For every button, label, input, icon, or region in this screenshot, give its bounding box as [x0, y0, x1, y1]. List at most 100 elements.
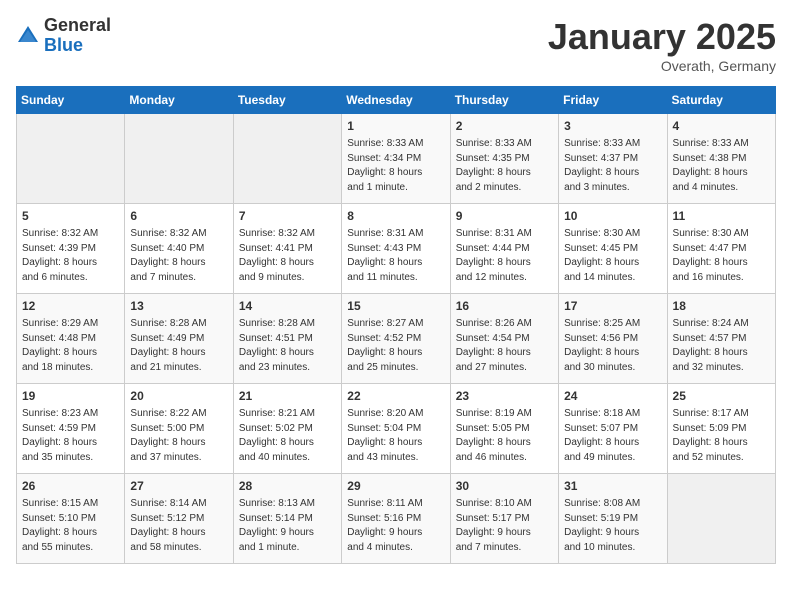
calendar-week-row: 12Sunrise: 8:29 AM Sunset: 4:48 PM Dayli…	[17, 294, 776, 384]
calendar-cell: 2Sunrise: 8:33 AM Sunset: 4:35 PM Daylig…	[450, 114, 558, 204]
day-detail: Sunrise: 8:33 AM Sunset: 4:37 PM Dayligh…	[564, 137, 661, 195]
day-detail: Sunrise: 8:25 AM Sunset: 4:56 PM Dayligh…	[564, 317, 661, 375]
day-number: 30	[456, 478, 553, 495]
day-detail: Sunrise: 8:13 AM Sunset: 5:14 PM Dayligh…	[239, 497, 336, 555]
day-number: 29	[347, 478, 444, 495]
day-detail: Sunrise: 8:30 AM Sunset: 4:47 PM Dayligh…	[673, 227, 770, 285]
day-detail: Sunrise: 8:17 AM Sunset: 5:09 PM Dayligh…	[673, 407, 770, 465]
day-detail: Sunrise: 8:28 AM Sunset: 4:49 PM Dayligh…	[130, 317, 227, 375]
day-number: 25	[673, 388, 770, 405]
calendar-cell: 29 Sunrise: 8:11 AM Sunset: 5:16 PM Dayli…	[342, 474, 450, 564]
page-header: General Blue January 2025 Overath, Germa…	[16, 16, 776, 74]
day-detail: Sunrise: 8:31 AM Sunset: 4:44 PM Dayligh…	[456, 227, 553, 285]
calendar-cell: 30 Sunrise: 8:10 AM Sunset: 5:17 PM Dayli…	[450, 474, 558, 564]
day-detail: Sunrise: 8:30 AM Sunset: 4:45 PM Dayligh…	[564, 227, 661, 285]
day-detail: Sunrise: 8:10 AM Sunset: 5:17 PM Dayligh…	[456, 497, 553, 555]
day-number: 5	[22, 208, 119, 225]
month-title: January 2025	[548, 16, 776, 58]
day-detail: Sunrise: 8:26 AM Sunset: 4:54 PM Dayligh…	[456, 317, 553, 375]
weekday-header-thursday: Thursday	[450, 87, 558, 114]
day-number: 19	[22, 388, 119, 405]
day-number: 24	[564, 388, 661, 405]
calendar-cell: 31Sunrise: 8:08 AM Sunset: 5:19 PM Dayli…	[559, 474, 667, 564]
weekday-header-tuesday: Tuesday	[233, 87, 341, 114]
logo-icon	[16, 24, 40, 48]
weekday-header-monday: Monday	[125, 87, 233, 114]
calendar-cell: 25 Sunrise: 8:17 AM Sunset: 5:09 PM Dayli…	[667, 384, 775, 474]
day-number: 28	[239, 478, 336, 495]
calendar-cell	[667, 474, 775, 564]
calendar-cell: 19 Sunrise: 8:23 AM Sunset: 4:59 PM Dayli…	[17, 384, 125, 474]
day-detail: Sunrise: 8:27 AM Sunset: 4:52 PM Dayligh…	[347, 317, 444, 375]
location-subtitle: Overath, Germany	[548, 58, 776, 74]
day-number: 17	[564, 298, 661, 315]
calendar-week-row: 26Sunrise: 8:15 AM Sunset: 5:10 PM Dayli…	[17, 474, 776, 564]
day-number: 11	[673, 208, 770, 225]
day-number: 4	[673, 118, 770, 135]
day-detail: Sunrise: 8:22 AM Sunset: 5:00 PM Dayligh…	[130, 407, 227, 465]
day-detail: Sunrise: 8:29 AM Sunset: 4:48 PM Dayligh…	[22, 317, 119, 375]
calendar-cell: 8Sunrise: 8:31 AM Sunset: 4:43 PM Daylig…	[342, 204, 450, 294]
calendar-cell: 12Sunrise: 8:29 AM Sunset: 4:48 PM Dayli…	[17, 294, 125, 384]
weekday-header-friday: Friday	[559, 87, 667, 114]
day-detail: Sunrise: 8:11 AM Sunset: 5:16 PM Dayligh…	[347, 497, 444, 555]
calendar-cell	[125, 114, 233, 204]
calendar-cell: 28 Sunrise: 8:13 AM Sunset: 5:14 PM Dayli…	[233, 474, 341, 564]
day-detail: Sunrise: 8:32 AM Sunset: 4:41 PM Dayligh…	[239, 227, 336, 285]
day-detail: Sunrise: 8:28 AM Sunset: 4:51 PM Dayligh…	[239, 317, 336, 375]
day-number: 9	[456, 208, 553, 225]
calendar-week-row: 19 Sunrise: 8:23 AM Sunset: 4:59 PM Dayli…	[17, 384, 776, 474]
day-detail: Sunrise: 8:08 AM Sunset: 5:19 PM Dayligh…	[564, 497, 661, 555]
calendar-cell: 21Sunrise: 8:21 AM Sunset: 5:02 PM Dayli…	[233, 384, 341, 474]
day-number: 13	[130, 298, 227, 315]
calendar-cell: 13 Sunrise: 8:28 AM Sunset: 4:49 PM Dayli…	[125, 294, 233, 384]
day-number: 23	[456, 388, 553, 405]
title-block: January 2025 Overath, Germany	[548, 16, 776, 74]
day-detail: Sunrise: 8:32 AM Sunset: 4:40 PM Dayligh…	[130, 227, 227, 285]
day-number: 1	[347, 118, 444, 135]
day-number: 10	[564, 208, 661, 225]
logo-text: General Blue	[44, 16, 111, 56]
day-detail: Sunrise: 8:19 AM Sunset: 5:05 PM Dayligh…	[456, 407, 553, 465]
day-number: 3	[564, 118, 661, 135]
calendar-cell: 20Sunrise: 8:22 AM Sunset: 5:00 PM Dayli…	[125, 384, 233, 474]
logo-blue: Blue	[44, 36, 111, 56]
calendar-table: SundayMondayTuesdayWednesdayThursdayFrid…	[16, 86, 776, 564]
calendar-cell: 3 Sunrise: 8:33 AM Sunset: 4:37 PM Daylig…	[559, 114, 667, 204]
calendar-week-row: 1Sunrise: 8:33 AM Sunset: 4:34 PM Daylig…	[17, 114, 776, 204]
day-detail: Sunrise: 8:33 AM Sunset: 4:35 PM Dayligh…	[456, 137, 553, 195]
calendar-cell: 7 Sunrise: 8:32 AM Sunset: 4:41 PM Daylig…	[233, 204, 341, 294]
calendar-cell: 10 Sunrise: 8:30 AM Sunset: 4:45 PM Dayli…	[559, 204, 667, 294]
day-number: 22	[347, 388, 444, 405]
calendar-cell: 27Sunrise: 8:14 AM Sunset: 5:12 PM Dayli…	[125, 474, 233, 564]
calendar-cell	[233, 114, 341, 204]
day-number: 15	[347, 298, 444, 315]
calendar-cell: 22 Sunrise: 8:20 AM Sunset: 5:04 PM Dayli…	[342, 384, 450, 474]
day-number: 6	[130, 208, 227, 225]
calendar-cell: 16 Sunrise: 8:26 AM Sunset: 4:54 PM Dayli…	[450, 294, 558, 384]
calendar-cell: 4Sunrise: 8:33 AM Sunset: 4:38 PM Daylig…	[667, 114, 775, 204]
calendar-week-row: 5Sunrise: 8:32 AM Sunset: 4:39 PM Daylig…	[17, 204, 776, 294]
calendar-cell: 11 Sunrise: 8:30 AM Sunset: 4:47 PM Dayli…	[667, 204, 775, 294]
weekday-header-saturday: Saturday	[667, 87, 775, 114]
day-detail: Sunrise: 8:14 AM Sunset: 5:12 PM Dayligh…	[130, 497, 227, 555]
day-detail: Sunrise: 8:18 AM Sunset: 5:07 PM Dayligh…	[564, 407, 661, 465]
day-number: 18	[673, 298, 770, 315]
day-number: 16	[456, 298, 553, 315]
day-number: 26	[22, 478, 119, 495]
day-detail: Sunrise: 8:31 AM Sunset: 4:43 PM Dayligh…	[347, 227, 444, 285]
day-number: 7	[239, 208, 336, 225]
calendar-cell: 5Sunrise: 8:32 AM Sunset: 4:39 PM Daylig…	[17, 204, 125, 294]
day-detail: Sunrise: 8:24 AM Sunset: 4:57 PM Dayligh…	[673, 317, 770, 375]
day-detail: Sunrise: 8:20 AM Sunset: 5:04 PM Dayligh…	[347, 407, 444, 465]
calendar-cell: 23 Sunrise: 8:19 AM Sunset: 5:05 PM Dayli…	[450, 384, 558, 474]
logo: General Blue	[16, 16, 111, 56]
calendar-cell	[17, 114, 125, 204]
calendar-cell: 14Sunrise: 8:28 AM Sunset: 4:51 PM Dayli…	[233, 294, 341, 384]
calendar-cell: 9 Sunrise: 8:31 AM Sunset: 4:44 PM Daylig…	[450, 204, 558, 294]
weekday-header-row: SundayMondayTuesdayWednesdayThursdayFrid…	[17, 87, 776, 114]
day-detail: Sunrise: 8:23 AM Sunset: 4:59 PM Dayligh…	[22, 407, 119, 465]
calendar-cell: 18 Sunrise: 8:24 AM Sunset: 4:57 PM Dayli…	[667, 294, 775, 384]
calendar-cell: 1Sunrise: 8:33 AM Sunset: 4:34 PM Daylig…	[342, 114, 450, 204]
calendar-cell: 6 Sunrise: 8:32 AM Sunset: 4:40 PM Daylig…	[125, 204, 233, 294]
